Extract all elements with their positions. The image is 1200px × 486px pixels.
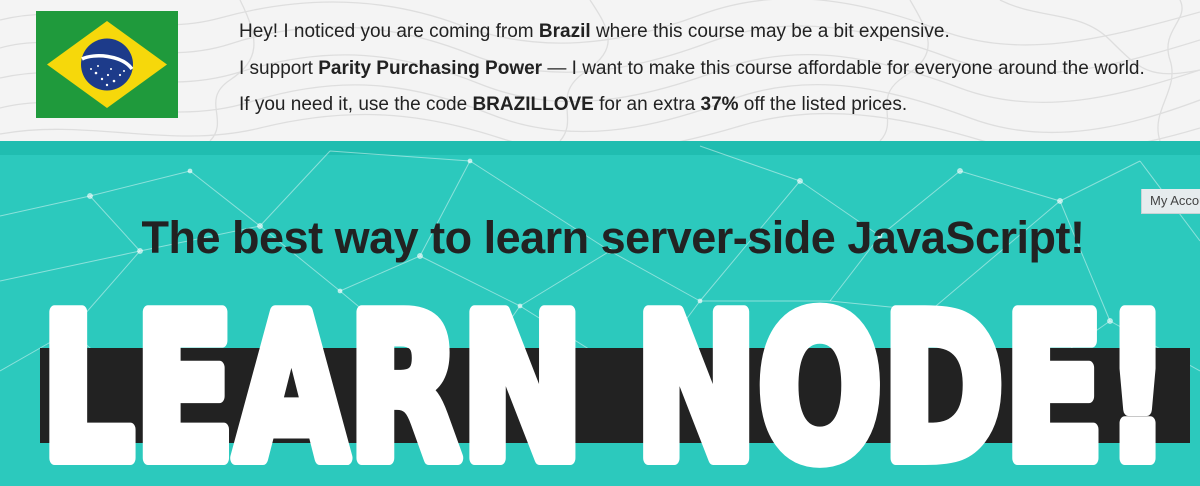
ppp-line-1: Hey! I noticed you are coming from Brazi… — [239, 14, 1199, 51]
ppp-message: Hey! I noticed you are coming from Brazi… — [239, 14, 1199, 124]
ppp-line-2-post: — I want to make this course affordable … — [542, 57, 1145, 79]
hero-section: My Account The best way to learn server-… — [0, 141, 1200, 486]
ppp-line-2: I support Parity Purchasing Power — I wa… — [239, 51, 1199, 88]
visitor-country: Brazil — [538, 21, 591, 42]
ppp-banner: Hey! I noticed you are coming from Brazi… — [0, 0, 1200, 141]
ppp-term: Parity Purchasing Power — [318, 57, 543, 79]
page: Hey! I noticed you are coming from Brazi… — [0, 0, 1200, 486]
ppp-line-3-mid: for an extra — [593, 94, 701, 115]
ppp-line-2-pre: I support — [239, 57, 319, 79]
learn-node-title-text: LEARN NODE! — [41, 273, 1171, 486]
discount-code: BRAZILLOVE — [472, 94, 594, 115]
ppp-line-3-post: off the listed prices. — [738, 94, 908, 115]
ppp-line-1-pre: Hey! I noticed you are coming from — [239, 21, 539, 42]
ppp-line-3: If you need it, use the code BRAZILLOVE … — [239, 87, 1199, 124]
ppp-line-1-post: where this course may be a bit expensive… — [590, 21, 950, 42]
learn-node-title: LEARN NODE! — [34, 266, 1178, 486]
ppp-line-3-pre: If you need it, use the code — [239, 94, 473, 115]
discount-percent: 37% — [700, 94, 739, 115]
brazil-flag-icon — [36, 11, 178, 118]
